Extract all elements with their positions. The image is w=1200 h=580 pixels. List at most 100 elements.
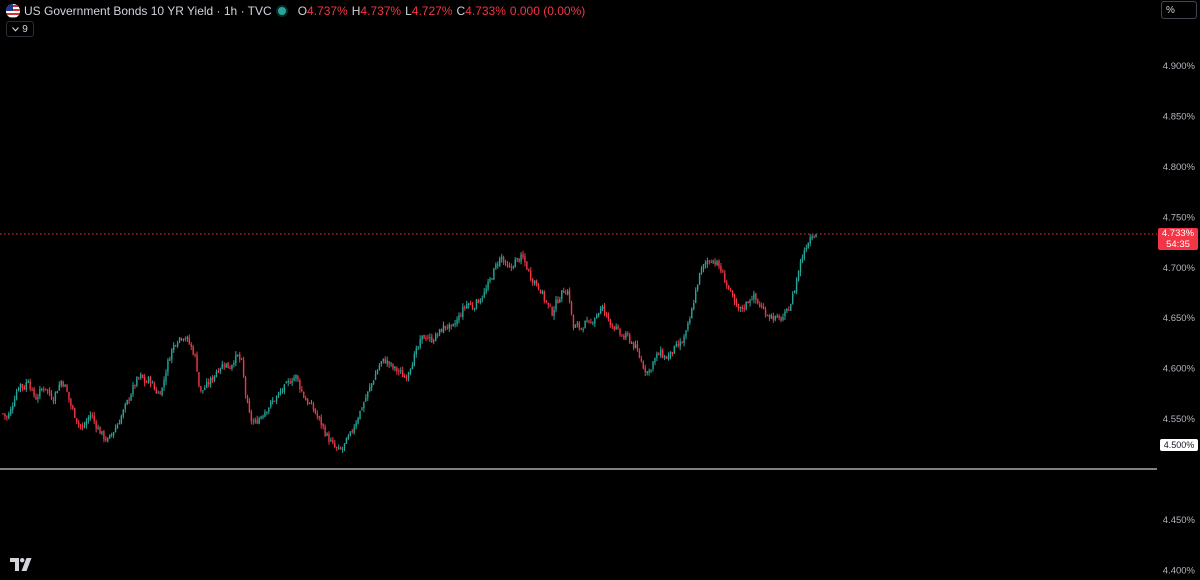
candle-body [19,383,22,389]
candle-body [370,383,373,388]
candle-body [122,409,125,416]
candle-body [239,354,241,360]
candle-body [143,376,146,383]
candle-body [749,300,751,303]
candle-body [87,417,90,421]
candle-body [161,387,163,396]
candle-body [514,259,516,268]
candle-body [793,290,796,294]
candle-body [97,427,99,430]
candle-body [343,443,346,448]
indicators-toggle-button[interactable]: 9 [6,21,34,37]
candle-body [256,419,258,424]
candle-body [551,306,553,316]
candle-body [165,372,167,382]
candle-body [147,376,150,383]
candle-body [44,388,47,390]
candle-body [233,363,235,365]
horizontal-level-label: 4.500% [1160,439,1198,451]
candle-body [396,367,398,372]
candle-body [733,294,736,302]
candle-body [669,351,672,357]
candle-body [590,322,592,324]
candle-body [12,406,14,410]
candle-body [617,326,619,329]
candle-body [46,389,49,391]
candle-body [539,289,542,294]
candle-body [537,284,540,289]
candle-body [731,291,734,296]
candle-body [357,418,359,424]
candle-body [39,388,41,397]
candle-body [171,349,173,360]
candle-body [260,416,262,419]
candle-body [142,374,144,378]
candle-body [805,248,807,250]
candle-body [268,407,270,412]
candle-body [48,389,51,395]
candle-body [493,268,495,280]
candle-body [207,382,210,385]
candle-body [2,413,4,415]
candlestick-chart[interactable]: 4.950%4.900%4.850%4.800%4.750%4.700%4.65… [0,0,1200,580]
candle-body [250,411,253,422]
candle-body [304,397,307,401]
candle-body [506,264,509,267]
percent-scale-button[interactable]: % [1161,1,1197,19]
candle-body [434,333,437,341]
candle-body [543,291,546,301]
candle-body [481,297,483,300]
candle-body [662,350,664,358]
candle-body [532,279,534,283]
candle-body [349,431,352,436]
candle-body [452,324,454,326]
candle-body [182,338,185,341]
candle-body [638,350,641,358]
candle-body [722,271,724,273]
candle-body [388,361,390,365]
candle-body [306,399,309,404]
candle-body [770,315,773,319]
candle-body [369,386,371,391]
candle-body [378,365,381,370]
candle-body [62,381,64,387]
candle-body [334,443,336,448]
candle-body [376,370,379,375]
candle-body [35,396,37,400]
candle-body [801,257,804,262]
candle-body [533,281,536,284]
candle-body [784,311,786,317]
candle-body [702,264,705,270]
candle-body [768,315,771,318]
symbol-title[interactable]: US Government Bonds 10 YR Yield · 1h · T… [24,4,272,18]
candle-body [89,415,92,419]
candle-body [423,334,425,339]
candle-body [105,438,107,441]
candle-body [751,299,753,301]
candle-body [402,370,404,378]
candle-body [15,391,18,400]
candle-body [596,314,598,318]
candle-body [421,335,423,340]
candle-body [729,289,732,291]
candle-body [535,280,538,286]
change-value: 0.000 (0.00%) [509,4,586,18]
candle-body [433,340,435,342]
y-axis[interactable]: 4.950%4.900%4.850%4.800%4.750%4.700%4.65… [1163,11,1196,577]
candle-body [774,316,776,320]
candle-body [623,336,625,339]
candle-body [252,421,255,423]
candle-body [41,388,43,390]
candle-body [425,338,427,340]
candle-body [704,263,707,265]
candle-body [475,299,478,309]
candle-body [217,370,220,373]
candle-body [10,408,12,415]
tradingview-logo-icon[interactable] [10,558,34,571]
candle-body [636,343,639,351]
chevron-down-icon [12,24,20,35]
candle-body [235,354,237,364]
candle-body [188,337,190,344]
candle-body [390,363,392,365]
candle-body [308,403,311,405]
